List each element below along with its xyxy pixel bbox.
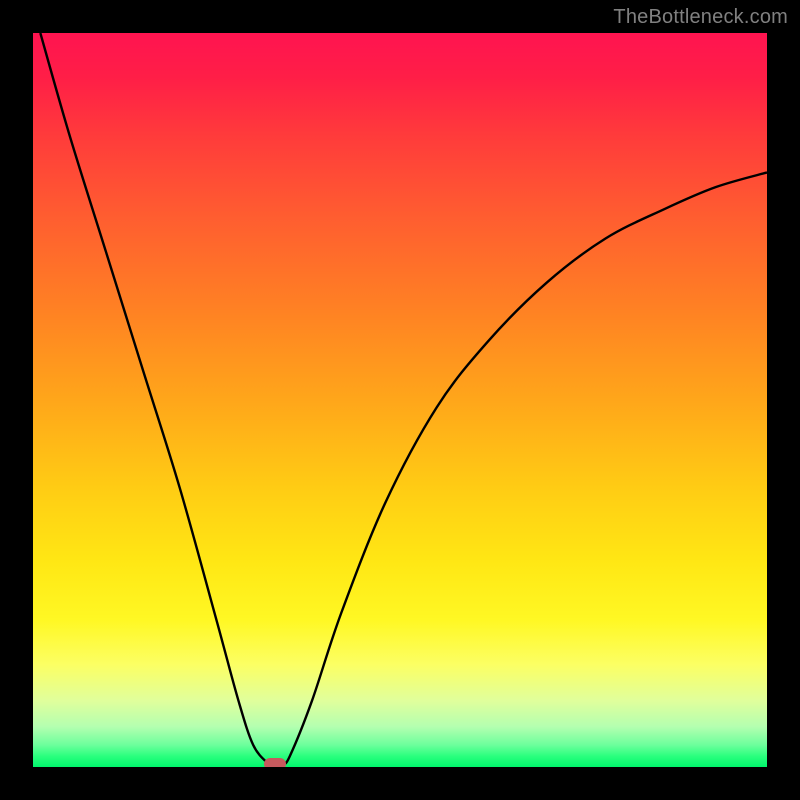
chart-frame: TheBottleneck.com [0,0,800,800]
bottleneck-curve [33,33,767,767]
plot-area [33,33,767,767]
curve-path [40,33,767,767]
min-marker [264,758,286,767]
watermark-text: TheBottleneck.com [613,6,788,29]
